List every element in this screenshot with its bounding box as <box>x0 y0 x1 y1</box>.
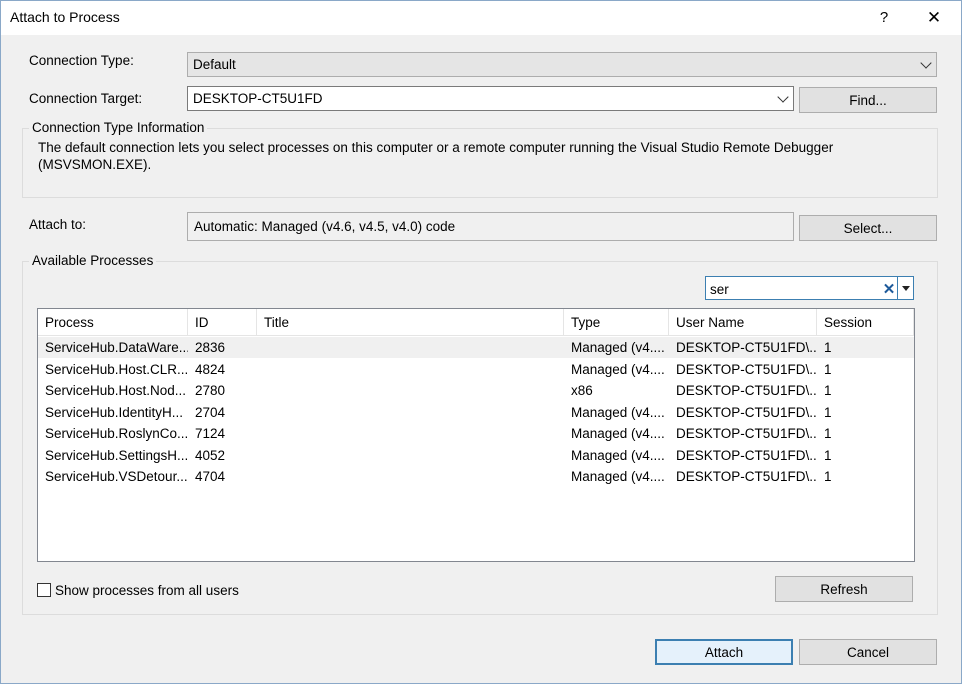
available-processes-caption: Available Processes <box>29 253 157 268</box>
connection-type-value: Default <box>193 57 236 72</box>
process-filter-input[interactable] <box>710 279 880 299</box>
cell-type: Managed (v4.... <box>571 361 665 377</box>
cell-session: 1 <box>824 361 832 377</box>
select-code-type-button[interactable]: Select... <box>799 215 937 241</box>
attach-to-value: Automatic: Managed (v4.6, v4.5, v4.0) co… <box>194 219 456 234</box>
cell-id: 2704 <box>195 404 226 420</box>
table-row[interactable]: ServiceHub.RoslynCo... 7124 Managed (v4.… <box>38 423 914 444</box>
cell-process: ServiceHub.VSDetour... <box>45 469 188 484</box>
table-row[interactable]: ServiceHub.Host.CLR.... 4824 Managed (v4… <box>38 359 914 380</box>
process-list[interactable]: Process ID Title Type User Name Session … <box>37 308 915 562</box>
cell-title <box>257 423 564 444</box>
cell-user-name: DESKTOP-CT5U1FD\... <box>676 447 817 463</box>
cell-session: 1 <box>824 469 832 484</box>
show-all-users-checkbox[interactable] <box>37 583 51 597</box>
column-header-process[interactable]: Process <box>38 309 188 335</box>
help-button[interactable]: ? <box>862 2 906 33</box>
cell-id: 2780 <box>195 383 226 398</box>
attach-button[interactable]: Attach <box>655 639 793 665</box>
cell-type: Managed (v4.... <box>571 404 665 420</box>
dropdown-arrow-icon <box>902 286 910 291</box>
connection-type-info-text: The default connection lets you select p… <box>38 139 933 173</box>
table-row[interactable]: ServiceHub.Host.Nod... 2780 x86 DESKTOP-… <box>38 380 914 401</box>
connection-target-value: DESKTOP-CT5U1FD <box>193 91 323 106</box>
column-header-id[interactable]: ID <box>188 309 257 335</box>
cell-title <box>257 466 564 487</box>
chevron-down-icon <box>920 56 932 69</box>
clear-filter-button[interactable]: ✕ <box>882 279 896 299</box>
cell-type: x86 <box>571 383 593 398</box>
window-title: Attach to Process <box>10 9 120 25</box>
clear-icon: ✕ <box>882 281 896 298</box>
info-text-line-2: (MSVSMON.EXE). <box>38 157 152 172</box>
column-header-user-name[interactable]: User Name <box>669 309 817 335</box>
cell-session: 1 <box>824 426 832 441</box>
help-icon: ? <box>879 9 889 26</box>
table-row[interactable]: ServiceHub.IdentityH... 2704 Managed (v4… <box>38 402 914 423</box>
cell-title <box>257 445 564 466</box>
cell-title <box>257 402 564 423</box>
connection-target-combo[interactable]: DESKTOP-CT5U1FD <box>187 86 794 111</box>
table-row[interactable]: ServiceHub.SettingsH... 4052 Managed (v4… <box>38 445 914 466</box>
cell-user-name: DESKTOP-CT5U1FD\... <box>676 426 817 441</box>
cell-id: 2836 <box>195 340 226 355</box>
close-icon: ✕ <box>926 7 942 27</box>
cell-type: Managed (v4.... <box>571 469 665 484</box>
cell-session: 1 <box>824 340 832 355</box>
cell-id: 4052 <box>195 447 226 463</box>
cell-user-name: DESKTOP-CT5U1FD\... <box>676 361 817 377</box>
close-button[interactable]: ✕ <box>912 2 956 33</box>
cell-process: ServiceHub.IdentityH... <box>45 404 184 420</box>
cell-user-name: DESKTOP-CT5U1FD\... <box>676 383 817 398</box>
cell-user-name: DESKTOP-CT5U1FD\... <box>676 340 817 355</box>
cell-id: 4824 <box>195 361 226 377</box>
cell-process: ServiceHub.Host.Nod... <box>45 383 187 398</box>
cell-session: 1 <box>824 383 832 398</box>
cell-title <box>257 359 564 380</box>
column-header-session[interactable]: Session <box>817 309 914 335</box>
find-button[interactable]: Find... <box>799 87 937 113</box>
column-header-type[interactable]: Type <box>564 309 669 335</box>
cancel-button[interactable]: Cancel <box>799 639 937 665</box>
cell-process: ServiceHub.Host.CLR.... <box>45 361 188 377</box>
cell-user-name: DESKTOP-CT5U1FD\... <box>676 469 817 484</box>
table-row[interactable]: ServiceHub.VSDetour... 4704 Managed (v4.… <box>38 466 914 487</box>
refresh-button[interactable]: Refresh <box>775 576 913 602</box>
cell-process: ServiceHub.RoslynCo... <box>45 426 188 441</box>
connection-target-label: Connection Target: <box>29 91 143 106</box>
title-bar: Attach to Process ? ✕ <box>0 0 962 35</box>
column-header-title[interactable]: Title <box>257 309 564 335</box>
table-row[interactable]: ServiceHub.DataWare... 2836 Managed (v4.… <box>38 337 914 358</box>
cell-id: 4704 <box>195 469 226 484</box>
cell-user-name: DESKTOP-CT5U1FD\... <box>676 404 817 420</box>
header-divider <box>38 335 914 336</box>
attach-to-field: Automatic: Managed (v4.6, v4.5, v4.0) co… <box>187 212 794 241</box>
cell-title <box>257 380 564 401</box>
connection-type-label: Connection Type: <box>29 53 134 68</box>
cell-title <box>257 337 564 358</box>
process-filter-box: ✕ <box>705 276 914 300</box>
cell-process: ServiceHub.DataWare... <box>45 340 188 355</box>
filter-history-dropdown[interactable] <box>897 276 914 300</box>
cell-session: 1 <box>824 447 832 463</box>
attach-to-label: Attach to: <box>29 217 87 232</box>
connection-type-select[interactable]: Default <box>187 52 937 77</box>
connection-type-info-caption: Connection Type Information <box>29 120 208 135</box>
info-text-line-1: The default connection lets you select p… <box>38 140 834 155</box>
show-all-users-label[interactable]: Show processes from all users <box>55 583 239 598</box>
cell-type: Managed (v4.... <box>571 426 665 441</box>
cell-process: ServiceHub.SettingsH... <box>45 447 188 463</box>
chevron-down-icon <box>777 90 789 103</box>
cell-type: Managed (v4.... <box>571 447 665 463</box>
cell-type: Managed (v4.... <box>571 340 665 355</box>
cell-session: 1 <box>824 404 832 420</box>
cell-id: 7124 <box>195 426 226 441</box>
